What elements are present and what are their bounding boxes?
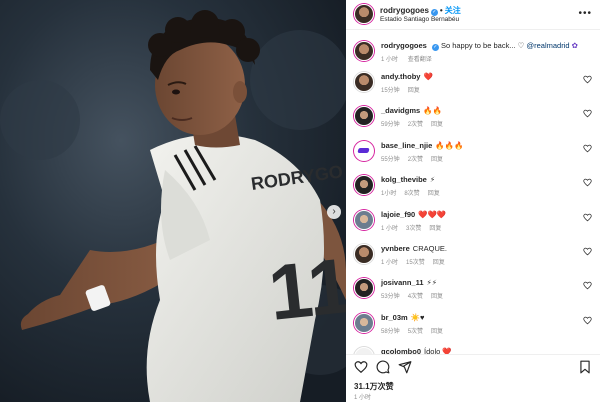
post-time: 1 小时 [354, 395, 372, 401]
heart-icon[interactable] [354, 360, 368, 374]
jersey-number: 11 [265, 241, 346, 337]
player-illustration: 11 RODRYGO [0, 0, 346, 402]
comment-time: 15分钟 [381, 88, 400, 94]
commenter-username[interactable]: base_line_njie [381, 141, 432, 150]
follow-button[interactable]: 关注 [445, 6, 461, 15]
caption-time: 1 小时 [381, 57, 399, 63]
commenter-avatar[interactable] [354, 72, 374, 92]
commenter-username[interactable]: _davidgms [381, 106, 420, 115]
comment-like-icon[interactable] [583, 109, 592, 118]
comment-text: ❤️ [423, 72, 433, 81]
comment-time: 53分钟 [381, 294, 400, 301]
comment-text: Ídolo ❤️ [424, 347, 452, 354]
reply-button[interactable]: 回复 [429, 226, 441, 232]
comment-text: 🔥🔥 [423, 106, 442, 116]
like-count[interactable]: 31.1万次赞 [354, 381, 394, 392]
comment-row: br_03m ☀️♥ 58分钟 5次赞 回复 [346, 311, 600, 345]
commenter-username[interactable]: lajoie_f90 [381, 210, 415, 219]
comment-like-count[interactable]: 8次赞 [404, 191, 419, 197]
translate-link[interactable]: 查看翻译 [408, 57, 432, 63]
commenter-username[interactable]: yvnbere [381, 244, 410, 253]
comment-time: 59分钟 [381, 122, 400, 129]
comment-row: _davidgms 🔥🔥 59分钟 2次赞 回复 [346, 104, 600, 138]
comment-time: 1小时 [381, 191, 397, 198]
more-icon[interactable]: ••• [578, 8, 592, 19]
comment-time: 58分钟 [381, 328, 400, 335]
commenter-avatar[interactable] [354, 106, 374, 127]
commenter-avatar[interactable] [354, 209, 374, 230]
comment-like-icon[interactable] [583, 75, 592, 84]
comment-text: ☀️♥ [410, 312, 425, 322]
reply-button[interactable]: 回复 [428, 191, 440, 197]
comment-row: base_line_njie 🔥🔥🔥 55分钟 2次赞 回复 [346, 139, 600, 173]
comment-like-count[interactable]: 3次赞 [406, 226, 421, 232]
author-avatar[interactable] [354, 4, 374, 24]
caption-row: rodrygogoes ✓ So happy to be back... ♡ @r… [346, 39, 600, 73]
comment-like-icon[interactable] [583, 213, 592, 222]
caption-username[interactable]: rodrygogoes [381, 41, 427, 50]
comment-like-count[interactable]: 5次赞 [408, 329, 423, 335]
comment-like-icon[interactable] [583, 247, 592, 256]
reply-button[interactable]: 回复 [408, 88, 420, 94]
commenter-avatar[interactable] [354, 347, 374, 354]
caption-mention[interactable]: @realmadrid [527, 41, 570, 50]
bookmark-icon[interactable] [578, 360, 592, 374]
commenter-username[interactable]: br_03m [381, 313, 408, 322]
comment-row: josivann_11 ⚡⚡ 53分钟 4次赞 回复 [346, 276, 600, 310]
comment-time: 55分钟 [381, 156, 400, 163]
commenter-avatar[interactable] [354, 278, 374, 299]
post-location[interactable]: Estadio Santiago Bernabéu [380, 16, 459, 23]
commenter-username[interactable]: andy.thoby [381, 72, 420, 81]
commenter-username[interactable]: gcolombo0 [381, 347, 421, 354]
reply-button[interactable]: 回复 [431, 329, 443, 335]
comment-like-icon[interactable] [583, 281, 592, 290]
post-photo[interactable]: 11 RODRYGO › [0, 0, 346, 402]
comment-row: kolg_thevibe ⚡ 1小时 8次赞 回复 [346, 173, 600, 207]
reply-button[interactable]: 回复 [433, 260, 445, 266]
comment-row: lajoie_f90 ❤️❤️❤️ 1 小时 3次赞 回复 [346, 208, 600, 242]
caption-text: So happy to be back... [440, 41, 516, 50]
author-avatar[interactable] [354, 41, 374, 61]
comment-text: ⚡ [429, 175, 436, 185]
reply-button[interactable]: 回复 [431, 294, 443, 300]
comment-time: 1 小时 [381, 260, 399, 266]
reply-button[interactable]: 回复 [431, 122, 443, 128]
post-header: rodrygogoes ✓ • 关注 Estadio Santiago Bernabé… [346, 0, 600, 30]
next-arrow-icon[interactable]: › [327, 205, 341, 219]
comment-row: andy.thoby ❤️ 15分钟 回复 [346, 70, 600, 104]
comment-row: gcolombo0 Ídolo ❤️ [346, 345, 600, 354]
comment-row: yvnbere CRAQUE. 1 小时 15次赞 回复 [346, 242, 600, 276]
verified-icon: ✓ [430, 9, 438, 16]
action-bar: 31.1万次赞 1 小时 [346, 354, 600, 402]
comment-time: 1 小时 [381, 225, 399, 232]
comment-text: CRAQUE. [412, 244, 447, 253]
comment-like-count[interactable]: 2次赞 [408, 122, 423, 128]
verified-icon: ✓ [431, 44, 439, 51]
commenter-avatar[interactable] [354, 175, 374, 196]
commenter-avatar[interactable] [354, 244, 374, 264]
caption-flower: ✿ [571, 41, 578, 50]
comment-icon[interactable] [376, 360, 390, 374]
reply-button[interactable]: 回复 [431, 157, 443, 163]
commenter-avatar[interactable] [354, 140, 374, 161]
comment-like-icon[interactable] [583, 178, 592, 187]
share-icon[interactable] [398, 360, 412, 374]
post-details-panel: rodrygogoes ✓ • 关注 Estadio Santiago Bernabé… [346, 0, 600, 402]
comment-text: ❤️❤️❤️ [418, 209, 447, 219]
caption-heart: ♡ [517, 41, 525, 50]
commenter-username[interactable]: josivann_11 [381, 278, 424, 287]
commenter-avatar[interactable] [354, 312, 374, 333]
author-username[interactable]: rodrygogoes [380, 6, 429, 15]
comment-text: 🔥🔥🔥 [435, 140, 464, 150]
comment-like-count[interactable]: 2次赞 [408, 157, 423, 163]
comment-like-icon[interactable] [583, 144, 592, 153]
comment-text: ⚡⚡ [426, 278, 438, 288]
commenter-username[interactable]: kolg_thevibe [381, 175, 427, 184]
comment-like-count[interactable]: 4次赞 [408, 294, 423, 300]
comment-like-icon[interactable] [583, 316, 592, 325]
comment-like-count[interactable]: 15次赞 [406, 260, 425, 266]
comments-list[interactable]: rodrygogoes ✓ So happy to be back... ♡ @r… [346, 30, 600, 354]
